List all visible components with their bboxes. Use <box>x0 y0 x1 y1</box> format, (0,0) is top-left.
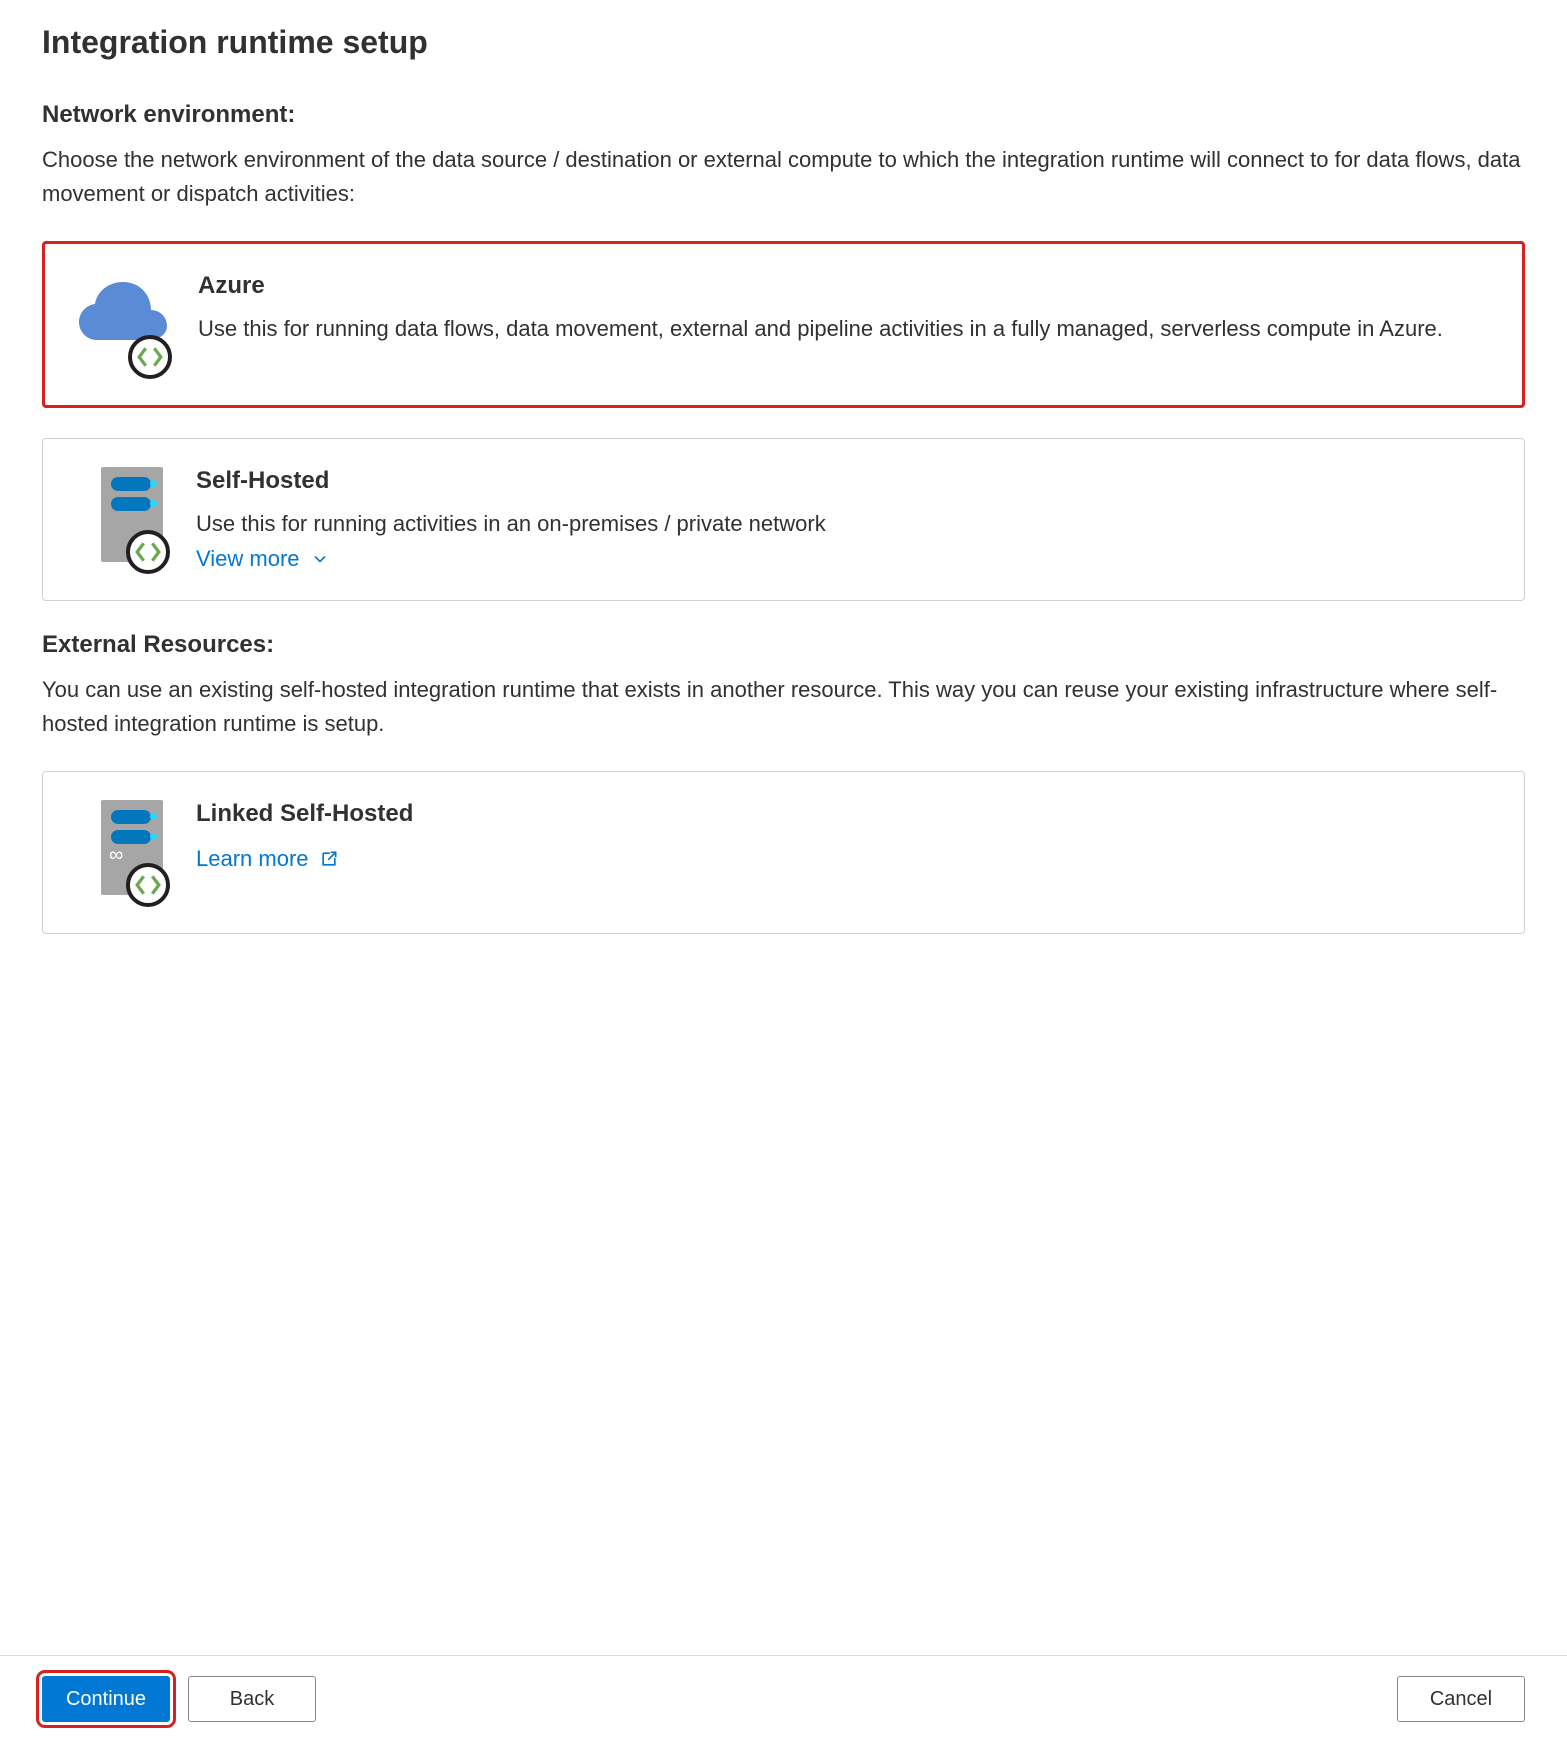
option-azure-title: Azure <box>198 272 1492 300</box>
server-icon <box>73 467 168 572</box>
footer: Continue Back Cancel <box>0 1655 1567 1752</box>
external-resources-label: External Resources: <box>42 631 1525 659</box>
external-link-icon <box>319 849 339 869</box>
linked-server-icon: ∞ <box>73 800 168 905</box>
page-title: Integration runtime setup <box>42 24 1525 61</box>
option-self-hosted[interactable]: Self-Hosted Use this for running activit… <box>42 438 1525 601</box>
back-button[interactable]: Back <box>188 1676 316 1722</box>
view-more-link[interactable]: View more <box>196 546 330 572</box>
learn-more-link[interactable]: Learn more <box>196 846 339 872</box>
option-linked-self-hosted-title: Linked Self-Hosted <box>196 800 1494 828</box>
chevron-down-icon <box>310 549 330 569</box>
external-resources-description: You can use an existing self-hosted inte… <box>42 673 1525 741</box>
option-self-hosted-title: Self-Hosted <box>196 467 1494 495</box>
option-self-hosted-description: Use this for running activities in an on… <box>196 507 1494 540</box>
azure-cloud-icon <box>75 272 170 377</box>
view-more-label: View more <box>196 546 300 572</box>
option-azure[interactable]: Azure Use this for running data flows, d… <box>42 241 1525 408</box>
option-azure-description: Use this for running data flows, data mo… <box>198 312 1492 345</box>
option-linked-self-hosted[interactable]: ∞ Linked Self-Hosted Learn more <box>42 771 1525 934</box>
learn-more-label: Learn more <box>196 846 309 872</box>
continue-button[interactable]: Continue <box>42 1676 170 1722</box>
network-environment-description: Choose the network environment of the da… <box>42 143 1525 211</box>
cancel-button[interactable]: Cancel <box>1397 1676 1525 1722</box>
network-environment-label: Network environment: <box>42 101 1525 129</box>
